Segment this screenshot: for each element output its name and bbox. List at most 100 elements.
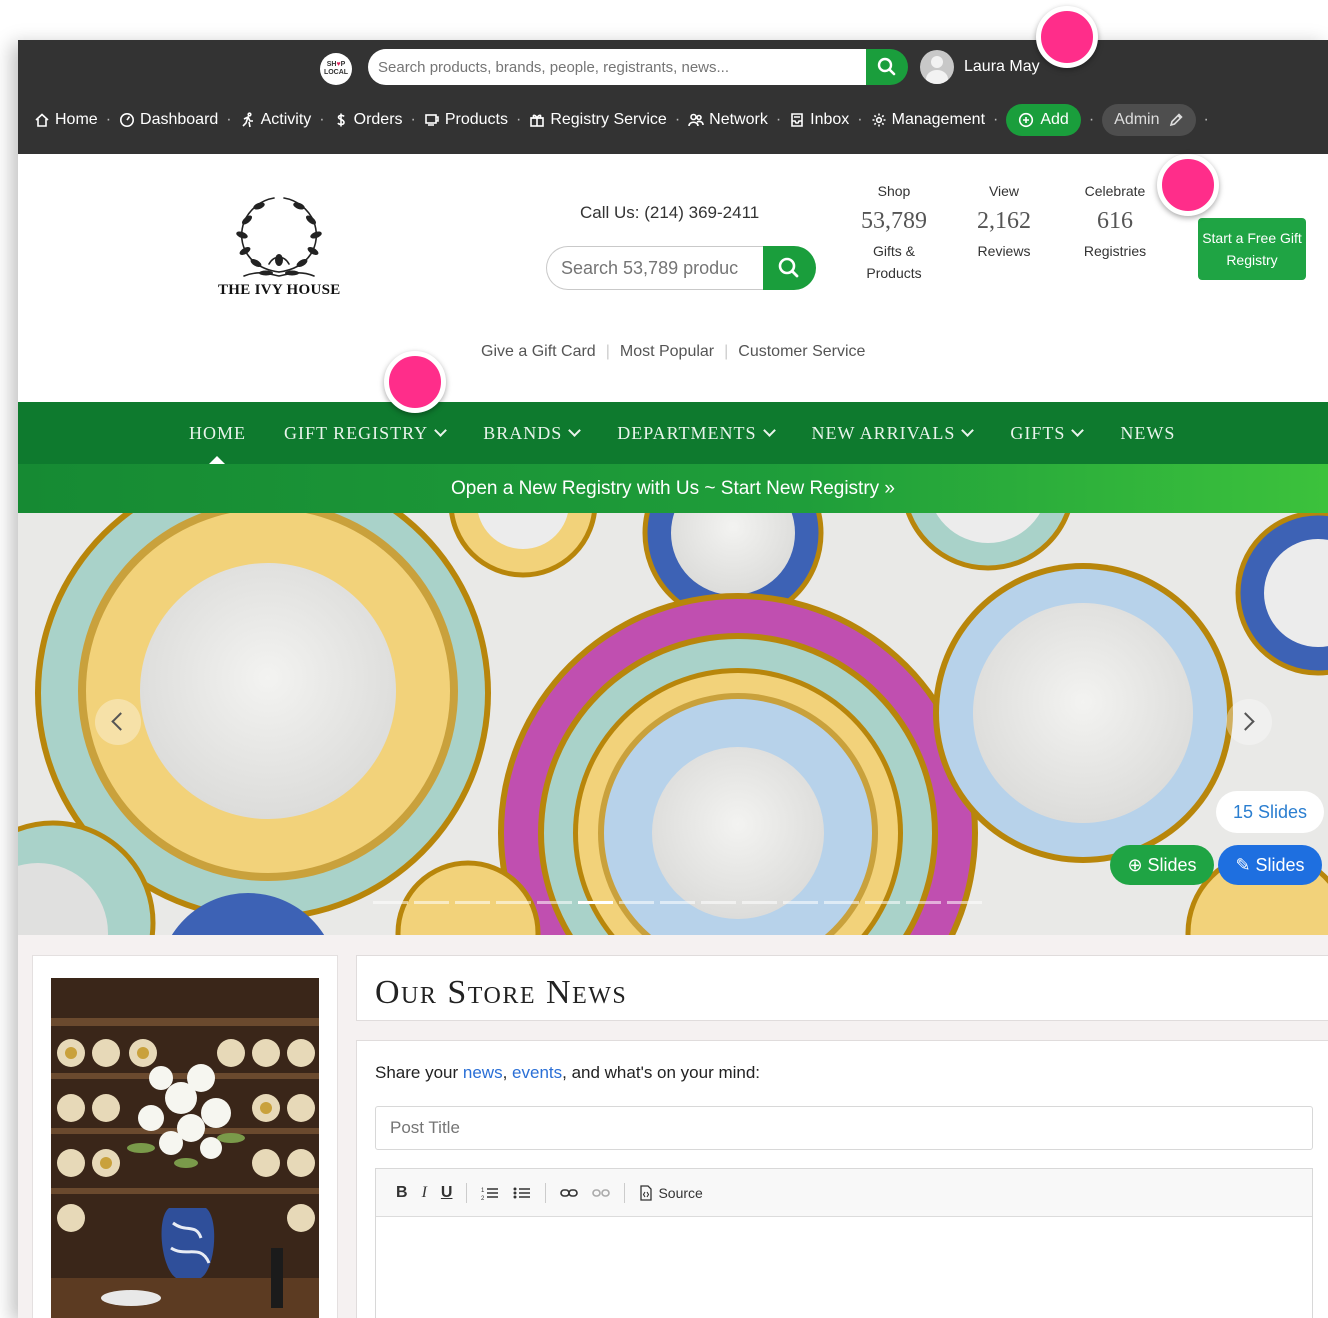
user-menu[interactable]: Laura May — [920, 50, 1040, 84]
store-photo-card — [32, 955, 338, 1318]
bold-button[interactable]: B — [396, 1184, 408, 1202]
edit-slides-button[interactable]: ✎ Slides — [1218, 845, 1322, 885]
admin-nav-activity[interactable]: Activity — [240, 111, 311, 129]
slider-dot[interactable] — [742, 901, 777, 904]
nav-departments[interactable]: Departments — [617, 423, 776, 444]
post-composer: Share your news, events, and what's on y… — [356, 1040, 1328, 1318]
marker-dot — [384, 351, 446, 413]
header-links: Give a Gift Card | Most Popular | Custom… — [481, 343, 865, 361]
nav-new-arrivals[interactable]: New Arrivals — [811, 422, 975, 444]
source-button[interactable]: Source — [639, 1185, 703, 1201]
store-search — [546, 246, 816, 290]
slider-dot[interactable] — [455, 901, 490, 904]
rich-text-editor[interactable]: B I U 12 Source — [375, 1168, 1313, 1318]
admin-nav-network[interactable]: Network — [688, 111, 768, 129]
slider-prev-button[interactable] — [95, 699, 141, 745]
slider-dot[interactable] — [414, 901, 449, 904]
slider-dot[interactable] — [701, 901, 736, 904]
link-customer-service[interactable]: Customer Service — [738, 343, 865, 361]
plus-circle-icon — [1019, 112, 1034, 128]
admin-nav-dashboard[interactable]: Dashboard — [119, 111, 218, 129]
nav-separator: · — [319, 111, 325, 128]
nav-gift-registry[interactable]: Gift Registry — [284, 422, 448, 444]
link-icon[interactable] — [560, 1185, 579, 1201]
store-photo[interactable] — [51, 978, 319, 1318]
chevron-down-icon — [434, 424, 448, 437]
start-gift-registry-button[interactable]: Start a Free Gift Registry — [1198, 218, 1306, 280]
nav-label: News — [1120, 422, 1176, 443]
prompt-text: Share your — [375, 1063, 463, 1082]
admin-nav-inbox[interactable]: Inbox — [789, 111, 849, 129]
add-slides-button[interactable]: ⊕ Slides — [1110, 845, 1214, 885]
slider-dot[interactable] — [824, 901, 859, 904]
chevron-down-icon — [961, 424, 975, 437]
numbered-list-icon[interactable]: 12 — [481, 1185, 499, 1201]
toolbar-divider — [624, 1182, 626, 1203]
gear-icon — [872, 113, 886, 127]
admin-nav-home[interactable]: Home — [34, 111, 98, 129]
unlink-icon[interactable] — [592, 1185, 611, 1201]
bullet-list-icon[interactable] — [513, 1185, 531, 1201]
slider-dot[interactable] — [373, 901, 408, 904]
nav-label: Gift Registry — [284, 422, 429, 443]
news-link[interactable]: news — [463, 1063, 503, 1082]
nav-separator: · — [410, 111, 416, 128]
editor-toolbar: B I U 12 Source — [376, 1169, 1312, 1217]
add-button-label: Add — [1040, 111, 1069, 128]
admin-nav-registry-service[interactable]: Registry Service — [529, 111, 667, 129]
admin-button[interactable]: Admin — [1102, 104, 1196, 136]
activity-icon — [242, 112, 253, 128]
composer-prompt: Share your news, events, and what's on y… — [375, 1063, 760, 1083]
slider-dot[interactable] — [906, 901, 941, 904]
slider-dot[interactable] — [865, 901, 900, 904]
chevron-down-icon — [1071, 424, 1085, 437]
nav-gifts[interactable]: Gifts — [1010, 423, 1085, 444]
link-most-popular[interactable]: Most Popular — [620, 343, 714, 361]
store-search-input[interactable] — [546, 246, 776, 290]
admin-nav-label: Inbox — [810, 111, 850, 128]
nav-brands[interactable]: Brands — [483, 423, 582, 444]
slider-dot[interactable] — [619, 901, 654, 904]
slider-dot[interactable] — [496, 901, 531, 904]
promo-banner[interactable]: Open a New Registry with Us ~ Start New … — [18, 464, 1328, 513]
slider-dot[interactable] — [537, 901, 572, 904]
stat-sub: Registries — [1083, 243, 1147, 259]
nav-label: Home — [189, 422, 246, 443]
stat-reviews[interactable]: View 2,162 Reviews — [949, 182, 1059, 262]
stat-products[interactable]: Shop 53,789 Gifts & Products — [839, 182, 949, 284]
add-button[interactable]: Add — [1006, 104, 1081, 136]
nav-news[interactable]: News — [1120, 423, 1175, 444]
stat-registries[interactable]: Celebrate 616 Registries — [1060, 182, 1170, 262]
admin-nav-label: Dashboard — [140, 111, 219, 128]
slider-dot[interactable] — [578, 901, 613, 904]
italic-button[interactable]: I — [422, 1184, 427, 1202]
slider-dots — [373, 901, 982, 904]
prompt-text: , and what's on your mind: — [562, 1063, 761, 1082]
nav-home[interactable]: Home — [189, 423, 246, 444]
marker-dot — [1036, 6, 1098, 68]
prompt-text: , — [502, 1063, 513, 1082]
link-gift-card[interactable]: Give a Gift Card — [481, 343, 596, 361]
admin-nav-management[interactable]: Management — [871, 111, 985, 129]
nav-label: New Arrivals — [811, 422, 956, 443]
post-title-input[interactable] — [375, 1106, 1313, 1150]
slider-next-button[interactable] — [1226, 699, 1272, 745]
admin-nav-orders[interactable]: Orders — [333, 111, 403, 129]
slider-dot[interactable] — [947, 901, 982, 904]
global-search-button[interactable] — [866, 49, 908, 85]
stat-value: 53,789 — [861, 208, 927, 234]
store-search-button[interactable] — [763, 246, 816, 290]
nav-separator: · — [1088, 111, 1095, 128]
admin-nav-label: Network — [709, 111, 768, 128]
underline-button[interactable]: U — [441, 1184, 453, 1202]
active-indicator — [209, 456, 225, 464]
nav-separator: · — [775, 111, 782, 128]
global-search-input[interactable] — [368, 49, 868, 85]
slider-dot[interactable] — [660, 901, 695, 904]
pencil-icon: ✎ — [1235, 855, 1256, 875]
shop-local-logo[interactable]: SH♥P LOCAL — [320, 53, 352, 85]
events-link[interactable]: events — [512, 1063, 562, 1082]
hero-slider: 15 Slides ⊕ Slides ✎ Slides — [18, 513, 1328, 935]
slider-dot[interactable] — [783, 901, 818, 904]
admin-nav-products[interactable]: Products — [424, 111, 508, 129]
